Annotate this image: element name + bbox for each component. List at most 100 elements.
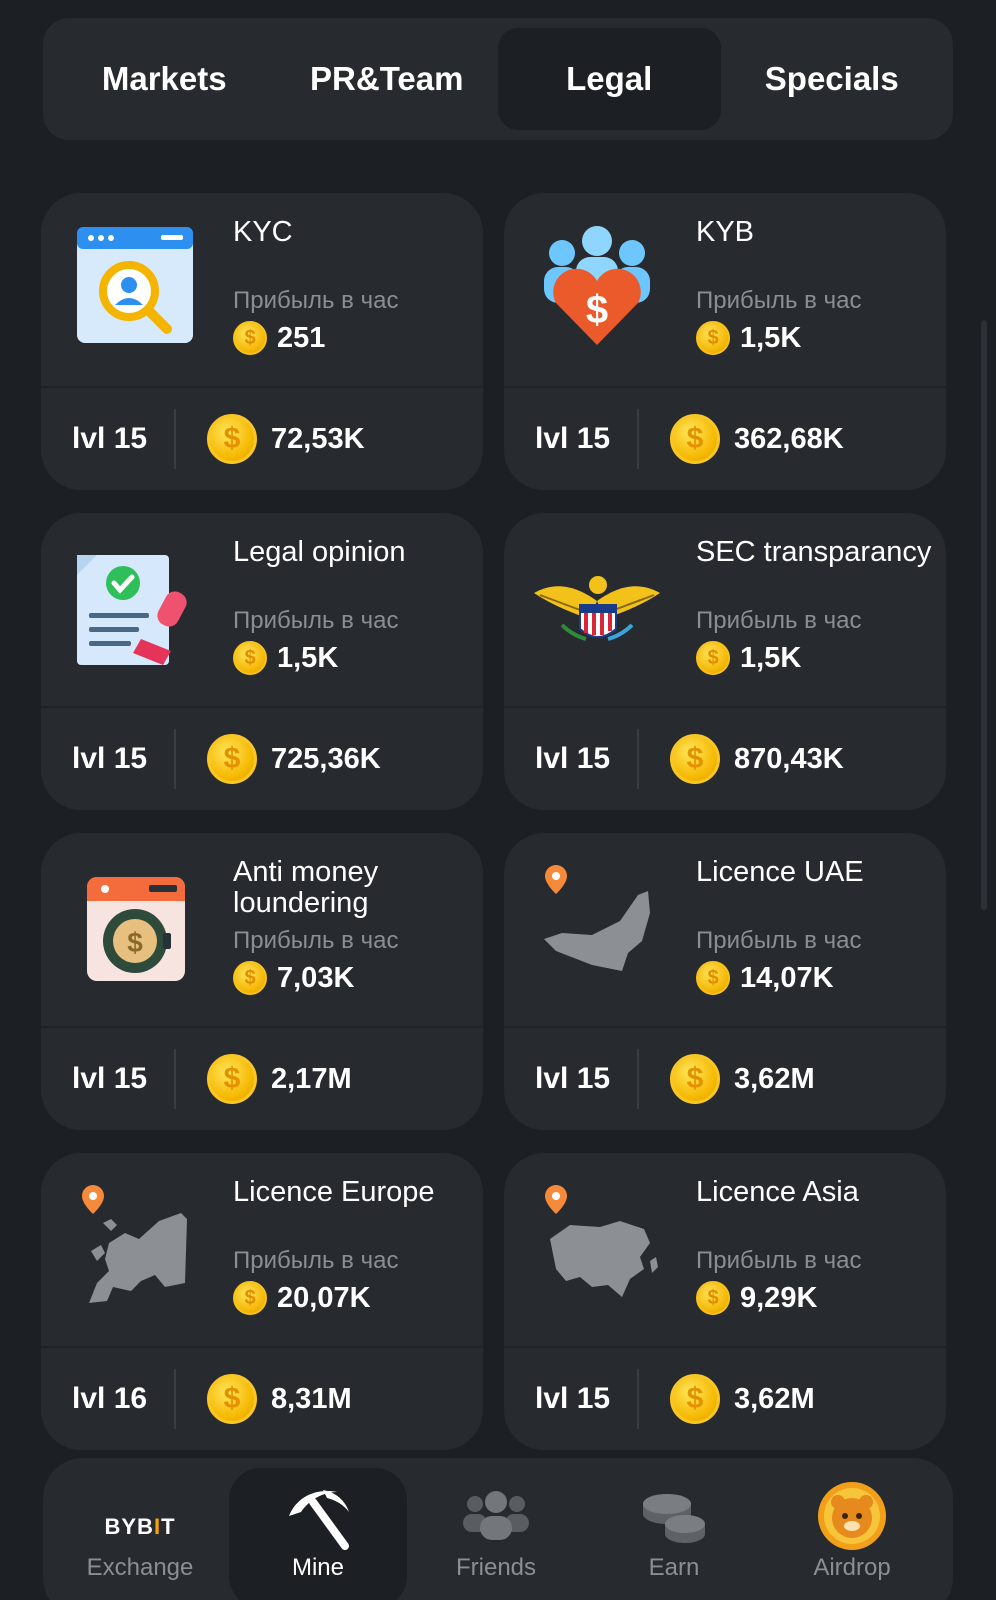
nav-exchange[interactable]: BYBIT Exchange bbox=[51, 1468, 229, 1600]
profit-per-hour: $ 1,5K bbox=[696, 641, 801, 675]
scrollbar[interactable] bbox=[981, 320, 987, 910]
card-level: lvl 15 bbox=[72, 1062, 148, 1095]
card-sec-transparancy[interactable]: SEC transparancy Прибыль в час $ 1,5K lv… bbox=[504, 513, 946, 810]
coins-icon bbox=[639, 1486, 709, 1551]
coin-icon: $ bbox=[233, 1281, 267, 1315]
profit-per-hour: $ 1,5K bbox=[233, 641, 338, 675]
coin-icon: $ bbox=[670, 414, 720, 464]
upgrade-cost: $ 8,31M bbox=[176, 1374, 352, 1424]
card-licence-europe[interactable]: Licence Europe Прибыль в час $ 20,07K lv… bbox=[41, 1153, 483, 1450]
card-level: lvl 16 bbox=[72, 1382, 148, 1415]
profit-value: 251 bbox=[277, 321, 326, 354]
card-licence-asia[interactable]: Licence Asia Прибыль в час $ 9,29K lvl 1… bbox=[504, 1153, 946, 1450]
card-title: Licence UAE bbox=[696, 856, 864, 888]
card-kyc[interactable]: KYC Прибыль в час $ 251 lvl 15 $ 72,53K bbox=[41, 193, 483, 490]
card-licence-uae[interactable]: Licence UAE Прибыль в час $ 14,07K lvl 1… bbox=[504, 833, 946, 1130]
washing-machine-icon: $ bbox=[69, 863, 199, 993]
coin-icon: $ bbox=[233, 961, 267, 995]
cost-value: 3,62M bbox=[734, 1062, 815, 1095]
profit-label: Прибыль в час bbox=[233, 287, 399, 314]
card-title: Anti money loundering bbox=[233, 856, 379, 919]
profit-value: 20,07K bbox=[277, 1281, 371, 1314]
profit-per-hour: $ 1,5K bbox=[696, 321, 801, 355]
tab-pr-team[interactable]: PR&Team bbox=[276, 28, 499, 130]
card-title: KYB bbox=[696, 216, 755, 248]
asia-map-icon bbox=[532, 1183, 662, 1313]
nav-airdrop[interactable]: Airdrop bbox=[763, 1468, 941, 1600]
nav-mine[interactable]: Mine bbox=[229, 1468, 407, 1600]
profit-per-hour: $ 14,07K bbox=[696, 961, 834, 995]
profit-per-hour: $ 20,07K bbox=[233, 1281, 371, 1315]
profit-label: Прибыль в час bbox=[233, 1247, 399, 1274]
profit-value: 9,29K bbox=[740, 1281, 818, 1314]
cost-value: 725,36K bbox=[271, 742, 381, 775]
coin-icon: $ bbox=[696, 641, 730, 675]
upgrade-cost: $ 725,36K bbox=[176, 734, 381, 784]
coin-icon: $ bbox=[696, 321, 730, 355]
friends-icon bbox=[461, 1486, 531, 1547]
card-level: lvl 15 bbox=[535, 1382, 611, 1415]
coin-icon: $ bbox=[670, 1374, 720, 1424]
svg-text:$: $ bbox=[586, 288, 608, 332]
upgrade-cost: $ 3,62M bbox=[639, 1374, 815, 1424]
bybit-logo-icon: BYBIT bbox=[104, 1514, 176, 1539]
card-level: lvl 15 bbox=[72, 742, 148, 775]
card-title: SEC transparancy bbox=[696, 536, 932, 568]
upgrade-cost: $ 870,43K bbox=[639, 734, 844, 784]
pickaxe-icon bbox=[283, 1486, 353, 1557]
nav-label: Mine bbox=[291, 1554, 345, 1581]
profit-per-hour: $ 9,29K bbox=[696, 1281, 817, 1315]
tab-markets[interactable]: Markets bbox=[53, 28, 276, 130]
upgrade-cost: $ 72,53K bbox=[176, 414, 365, 464]
coin-icon: $ bbox=[670, 1054, 720, 1104]
card-title: Licence Europe bbox=[233, 1176, 435, 1208]
coin-icon: $ bbox=[233, 321, 267, 355]
uae-map-icon bbox=[532, 863, 662, 993]
upgrade-cost: $ 362,68K bbox=[639, 414, 844, 464]
cost-value: 2,17M bbox=[271, 1062, 352, 1095]
card-kyb[interactable]: $ KYB Прибыль в час $ 1,5K lvl 15 $ 362,… bbox=[504, 193, 946, 490]
card-anti-money-loundering[interactable]: $ Anti money loundering Прибыль в час $ … bbox=[41, 833, 483, 1130]
bottom-nav: BYBIT Exchange Mine Friends Earn Airdrop bbox=[43, 1458, 953, 1600]
card-legal-opinion[interactable]: Legal opinion Прибыль в час $ 1,5K lvl 1… bbox=[41, 513, 483, 810]
profit-value: 1,5K bbox=[740, 321, 802, 354]
europe-map-icon bbox=[69, 1183, 199, 1313]
upgrade-cost: $ 2,17M bbox=[176, 1054, 352, 1104]
tab-specials[interactable]: Specials bbox=[721, 28, 944, 130]
nav-friends[interactable]: Friends bbox=[407, 1468, 585, 1600]
profit-label: Прибыль в час bbox=[696, 287, 862, 314]
nav-label: Airdrop bbox=[813, 1554, 891, 1581]
svg-text:$: $ bbox=[127, 927, 143, 958]
coin-icon: $ bbox=[233, 641, 267, 675]
coin-icon: $ bbox=[207, 1374, 257, 1424]
coin-icon: $ bbox=[207, 1054, 257, 1104]
coin-icon: $ bbox=[207, 734, 257, 784]
coin-icon: $ bbox=[696, 961, 730, 995]
upgrade-cost: $ 3,62M bbox=[639, 1054, 815, 1104]
profit-label: Прибыль в час bbox=[696, 607, 862, 634]
profit-value: 14,07K bbox=[740, 961, 834, 994]
cost-value: 870,43K bbox=[734, 742, 844, 775]
cost-value: 8,31M bbox=[271, 1382, 352, 1415]
profit-value: 1,5K bbox=[740, 641, 802, 674]
card-level: lvl 15 bbox=[535, 422, 611, 455]
profit-value: 1,5K bbox=[277, 641, 339, 674]
cost-value: 72,53K bbox=[271, 422, 365, 455]
tab-legal[interactable]: Legal bbox=[498, 28, 721, 130]
profit-value: 7,03K bbox=[277, 961, 355, 994]
coin-icon: $ bbox=[670, 734, 720, 784]
eagle-seal-icon bbox=[532, 543, 662, 673]
card-title: Licence Asia bbox=[696, 1176, 859, 1208]
hamster-coin-icon bbox=[816, 1480, 888, 1557]
coin-icon: $ bbox=[207, 414, 257, 464]
nav-label: Friends bbox=[455, 1554, 537, 1581]
card-level: lvl 15 bbox=[72, 422, 148, 455]
profit-label: Прибыль в час bbox=[696, 1247, 862, 1274]
cost-value: 3,62M bbox=[734, 1382, 815, 1415]
profit-label: Прибыль в час bbox=[233, 927, 399, 954]
nav-earn[interactable]: Earn bbox=[585, 1468, 763, 1600]
cost-value: 362,68K bbox=[734, 422, 844, 455]
nav-label: Exchange bbox=[86, 1554, 194, 1581]
profit-label: Прибыль в час bbox=[233, 607, 399, 634]
card-title: KYC bbox=[233, 216, 293, 248]
